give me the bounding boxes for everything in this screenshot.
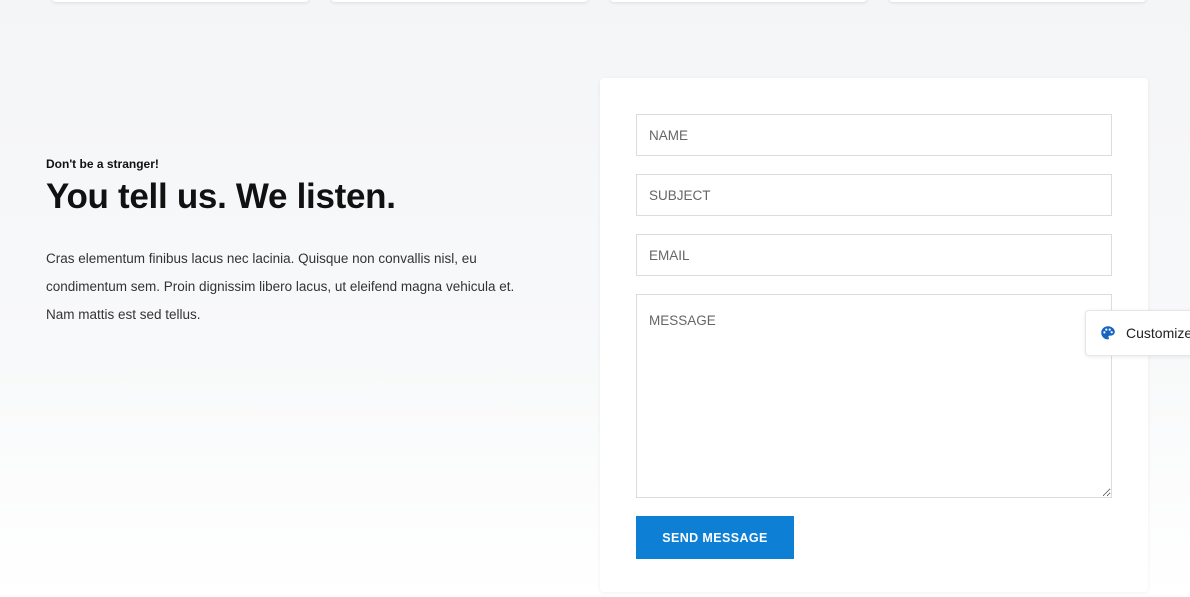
contact-intro: Don't be a stranger! You tell us. We lis… — [46, 157, 516, 329]
name-field[interactable] — [636, 114, 1112, 156]
customize-tab[interactable]: Customize — [1085, 310, 1190, 356]
subject-field[interactable] — [636, 174, 1112, 216]
eyebrow-text: Don't be a stranger! — [46, 157, 159, 171]
send-message-button[interactable]: SEND MESSAGE — [636, 516, 794, 559]
top-card — [52, 0, 309, 2]
intro-description: Cras elementum finibus lacus nec lacinia… — [46, 251, 515, 322]
top-card — [610, 0, 867, 2]
message-field[interactable] — [636, 294, 1112, 498]
top-card — [331, 0, 588, 2]
top-card — [889, 0, 1146, 2]
customize-label: Customize — [1126, 325, 1190, 341]
page-title: You tell us. We listen. — [46, 177, 396, 216]
contact-form-card: SEND MESSAGE — [600, 78, 1148, 592]
contact-section: Don't be a stranger! You tell us. We lis… — [0, 0, 1190, 597]
palette-icon — [1100, 325, 1116, 341]
top-cards-row — [0, 0, 1190, 2]
email-field[interactable] — [636, 234, 1112, 276]
